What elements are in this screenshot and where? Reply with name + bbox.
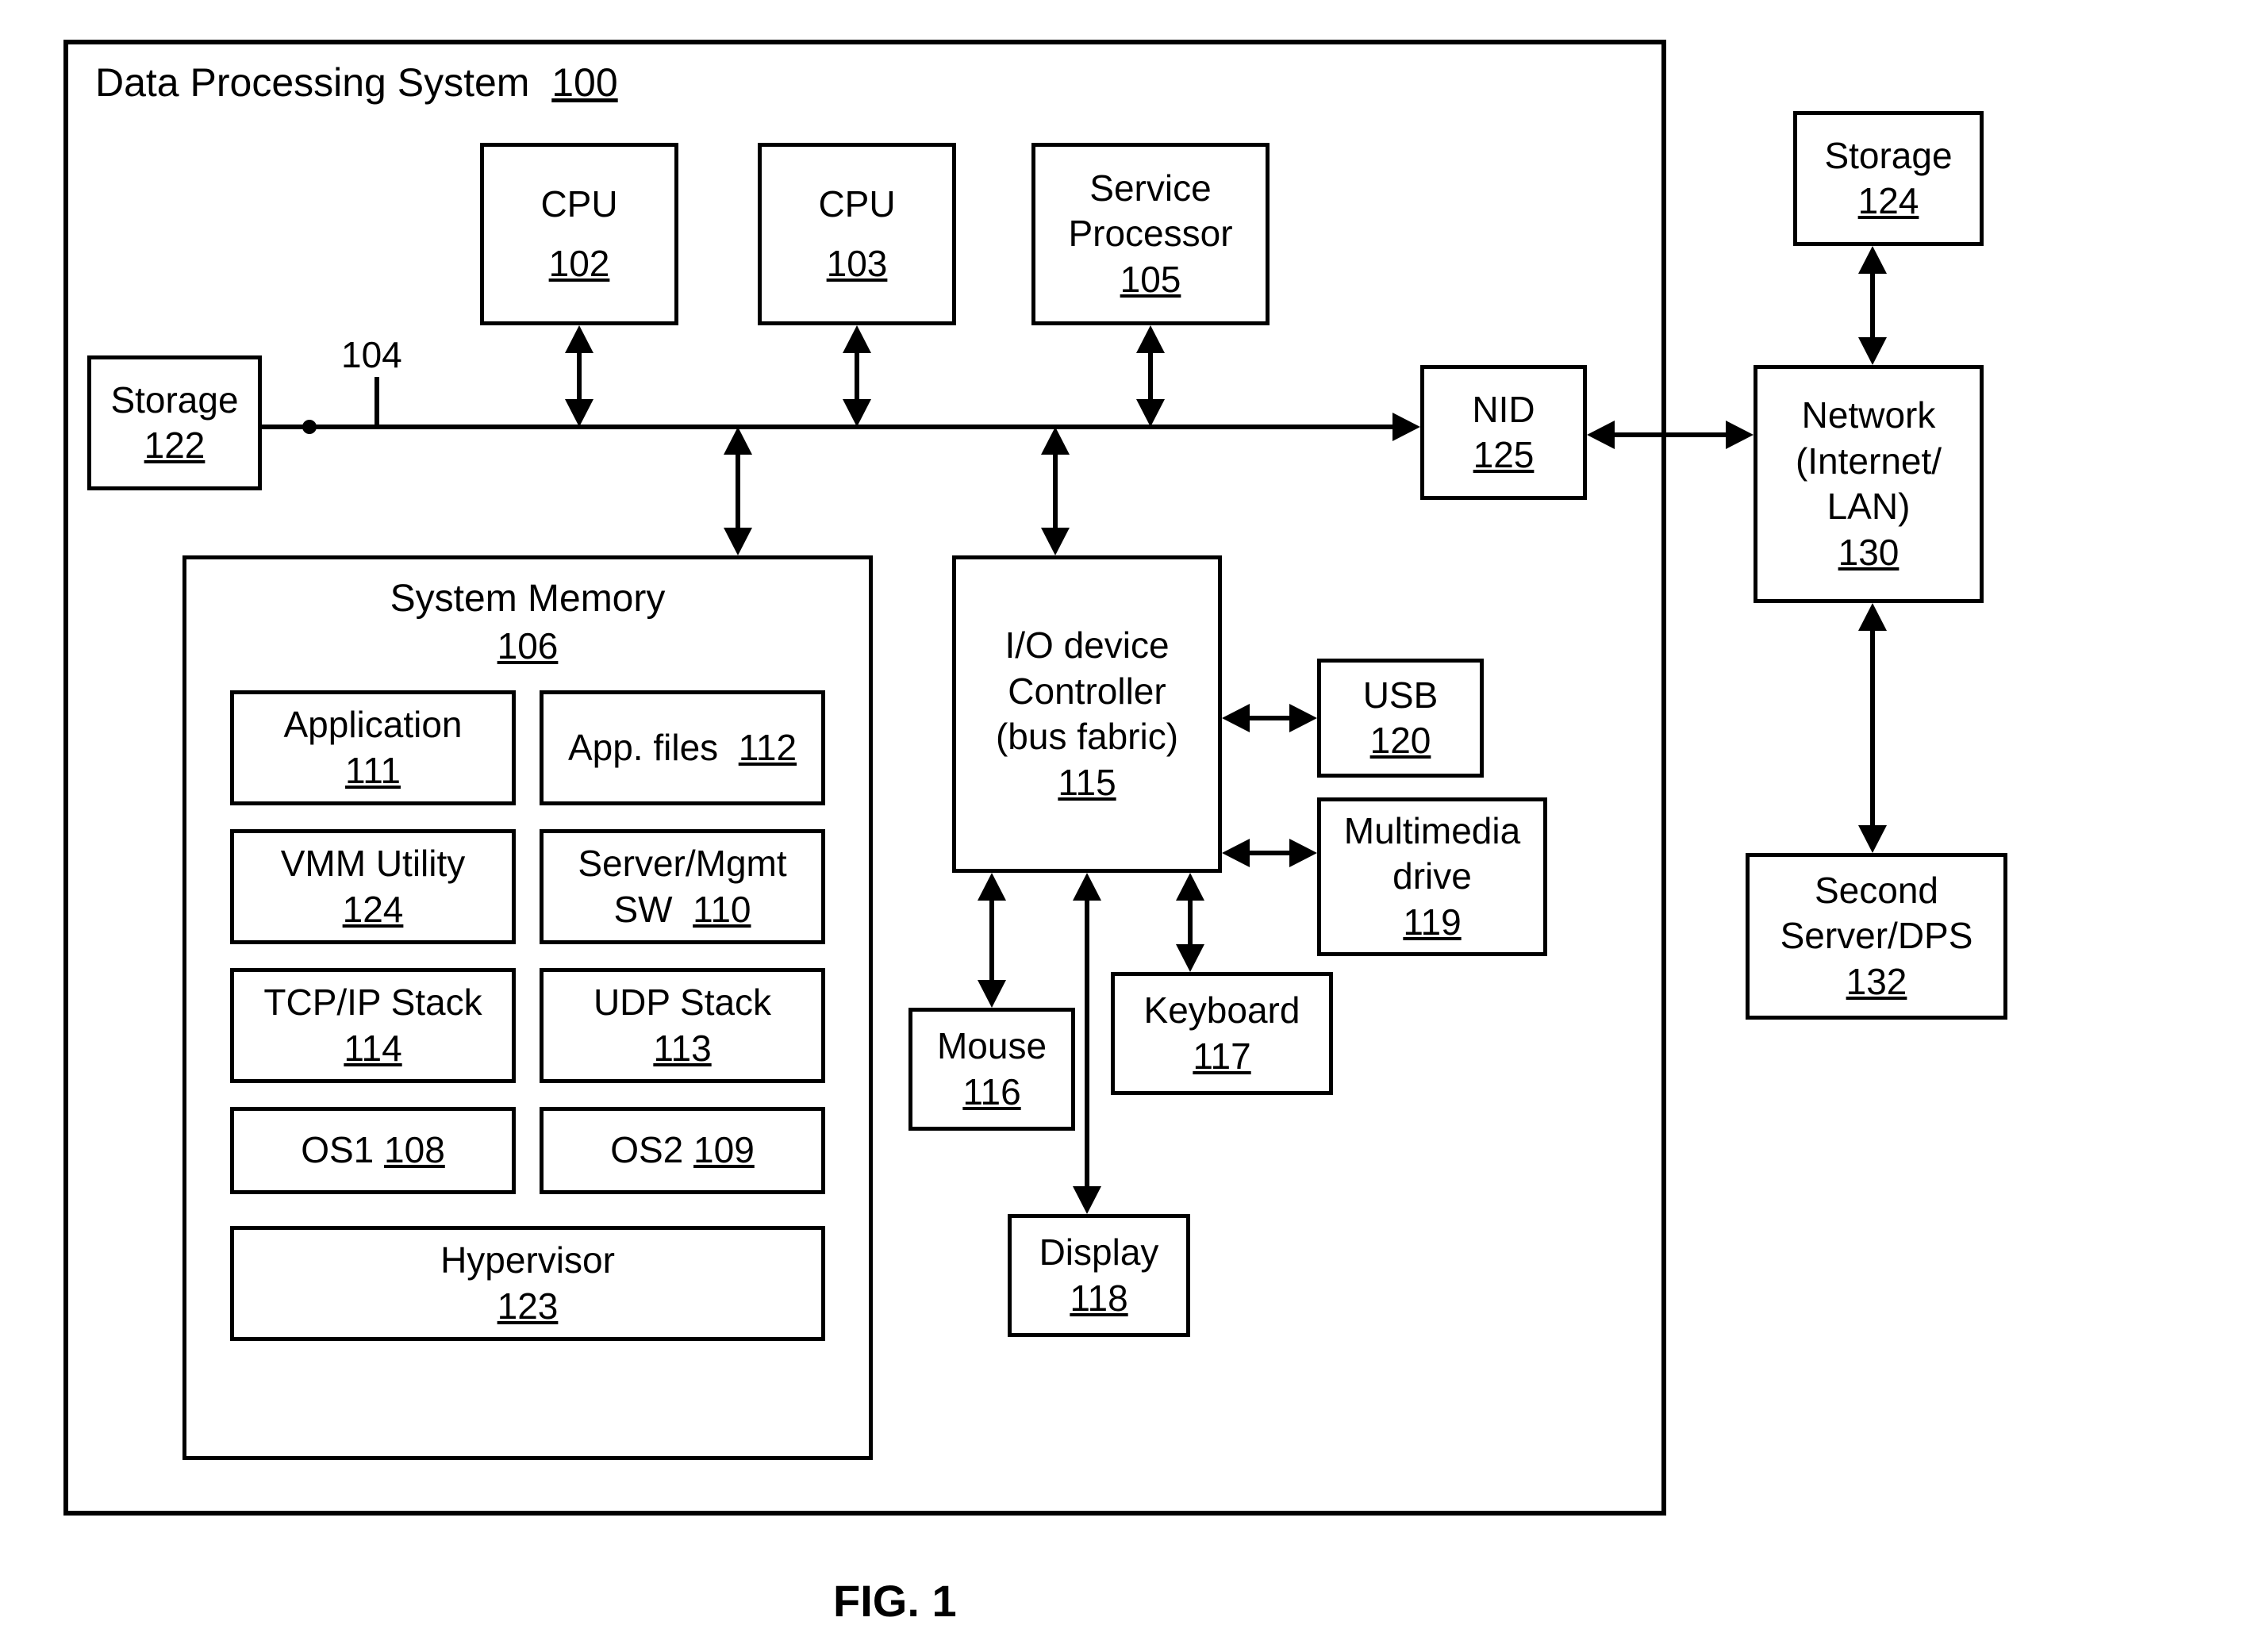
app-label: Application	[283, 702, 462, 748]
os1-label: OS1 108	[301, 1128, 445, 1174]
vmm-label: VMM Utility	[281, 841, 466, 887]
display-box: Display 118	[1008, 1214, 1190, 1337]
svcproc-label2: Processor	[1068, 211, 1232, 257]
keyboard-label: Keyboard	[1144, 988, 1300, 1034]
cpu1-box: CPU 102	[480, 143, 678, 325]
ioctrl-label1: I/O device	[1004, 623, 1169, 669]
sysmem-ref: 106	[497, 625, 559, 667]
tcpip-label: TCP/IP Stack	[263, 980, 482, 1026]
keyboard-ref: 117	[1193, 1034, 1250, 1080]
mmdrive-label2: drive	[1392, 854, 1472, 900]
vmm-box: VMM Utility 124	[230, 829, 516, 944]
storage-right-box: Storage 124	[1793, 111, 1984, 246]
second-server-box: Second Server/DPS 132	[1746, 853, 2007, 1020]
srvmgmt-label2: SW 110	[613, 887, 751, 933]
tcpip-ref: 114	[344, 1026, 401, 1072]
udp-label: UDP Stack	[593, 980, 771, 1026]
hypervisor-box: Hypervisor 123	[230, 1226, 825, 1341]
display-label: Display	[1039, 1230, 1159, 1276]
server2-ref: 132	[1846, 959, 1907, 1005]
mmdrive-box: Multimedia drive 119	[1317, 797, 1547, 956]
nid-ref: 125	[1473, 432, 1535, 478]
figure-label: FIG. 1	[833, 1575, 957, 1627]
mouse-box: Mouse 116	[908, 1008, 1075, 1131]
sysmem-label: System Memory	[390, 578, 666, 620]
network-label3: LAN)	[1827, 484, 1911, 530]
ioctrl-label2: Controller	[1008, 669, 1166, 715]
udp-box: UDP Stack 113	[540, 968, 825, 1083]
hyper-label: Hypervisor	[440, 1238, 615, 1284]
srvmgmt-label1: Server/Mgmt	[578, 841, 786, 887]
bus-ref-label: 104	[341, 333, 402, 376]
mouse-label: Mouse	[937, 1024, 1047, 1070]
outer-title: Data Processing System 100	[95, 60, 618, 106]
usb-box: USB 120	[1317, 659, 1484, 778]
storage-left-ref: 122	[144, 423, 206, 469]
svcproc-ref: 105	[1120, 257, 1181, 303]
mmdrive-label1: Multimedia	[1344, 809, 1520, 855]
cpu2-ref: 103	[827, 241, 888, 287]
ioctrl-ref: 115	[1058, 760, 1116, 806]
mouse-ref: 116	[962, 1070, 1020, 1116]
svcproc-label1: Service	[1089, 166, 1211, 212]
usb-ref: 120	[1370, 718, 1431, 764]
outer-title-ref: 100	[551, 60, 617, 105]
appfiles-box: App. files 112	[540, 690, 825, 805]
udp-ref: 113	[653, 1026, 711, 1072]
vmm-ref: 124	[343, 887, 404, 933]
diagram-canvas: Data Processing System 100 Storage 122 C…	[0, 0, 2251, 1652]
ioctrl-label3: (bus fabric)	[996, 714, 1178, 760]
io-controller-box: I/O device Controller (bus fabric) 115	[952, 555, 1222, 873]
srvmgmt-box: Server/Mgmt SW 110	[540, 829, 825, 944]
display-ref: 118	[1070, 1276, 1127, 1322]
storage-right-ref: 124	[1858, 179, 1919, 225]
cpu1-label: CPU	[540, 182, 617, 228]
service-processor-box: Service Processor 105	[1031, 143, 1270, 325]
app-ref: 111	[345, 748, 401, 794]
application-box: Application 111	[230, 690, 516, 805]
os2-box: OS2 109	[540, 1107, 825, 1194]
outer-title-text: Data Processing System	[95, 60, 529, 105]
storage-left-label: Storage	[110, 378, 238, 424]
nid-box: NID 125	[1420, 365, 1587, 500]
nid-label: NID	[1472, 387, 1535, 433]
storage-right-label: Storage	[1824, 133, 1952, 179]
os1-box: OS1 108	[230, 1107, 516, 1194]
network-label2: (Internet/	[1796, 439, 1942, 485]
bus-junction-dot	[302, 420, 317, 434]
network-label1: Network	[1802, 393, 1936, 439]
cpu2-box: CPU 103	[758, 143, 956, 325]
network-ref: 130	[1838, 530, 1900, 576]
server2-label1: Second	[1815, 868, 1938, 914]
storage-left-box: Storage 122	[87, 355, 262, 490]
network-box: Network (Internet/ LAN) 130	[1754, 365, 1984, 603]
appfiles-label: App. files 112	[568, 725, 797, 771]
hyper-ref: 123	[497, 1284, 559, 1330]
usb-label: USB	[1363, 673, 1439, 719]
server2-label2: Server/DPS	[1780, 913, 1973, 959]
tcpip-box: TCP/IP Stack 114	[230, 968, 516, 1083]
cpu2-label: CPU	[818, 182, 895, 228]
cpu1-ref: 102	[549, 241, 610, 287]
keyboard-box: Keyboard 117	[1111, 972, 1333, 1095]
mmdrive-ref: 119	[1403, 900, 1461, 946]
os2-label: OS2 109	[610, 1128, 755, 1174]
